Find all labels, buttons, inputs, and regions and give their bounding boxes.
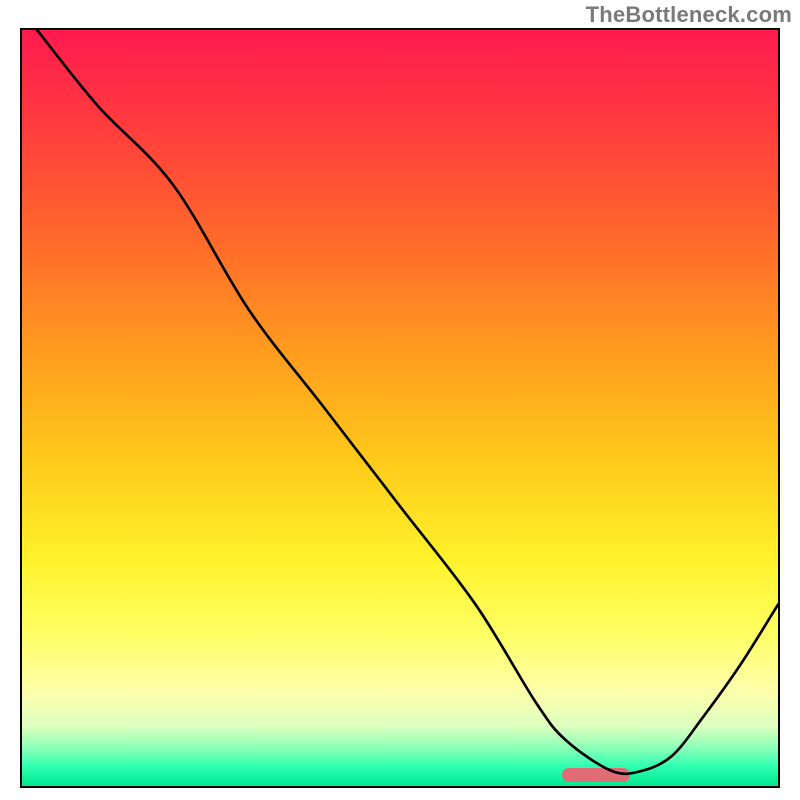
plot-area — [20, 28, 780, 788]
bottleneck-curve — [37, 30, 778, 774]
watermark-label: TheBottleneck.com — [586, 2, 792, 28]
chart-container: TheBottleneck.com — [0, 0, 800, 800]
curve-svg — [22, 30, 778, 786]
